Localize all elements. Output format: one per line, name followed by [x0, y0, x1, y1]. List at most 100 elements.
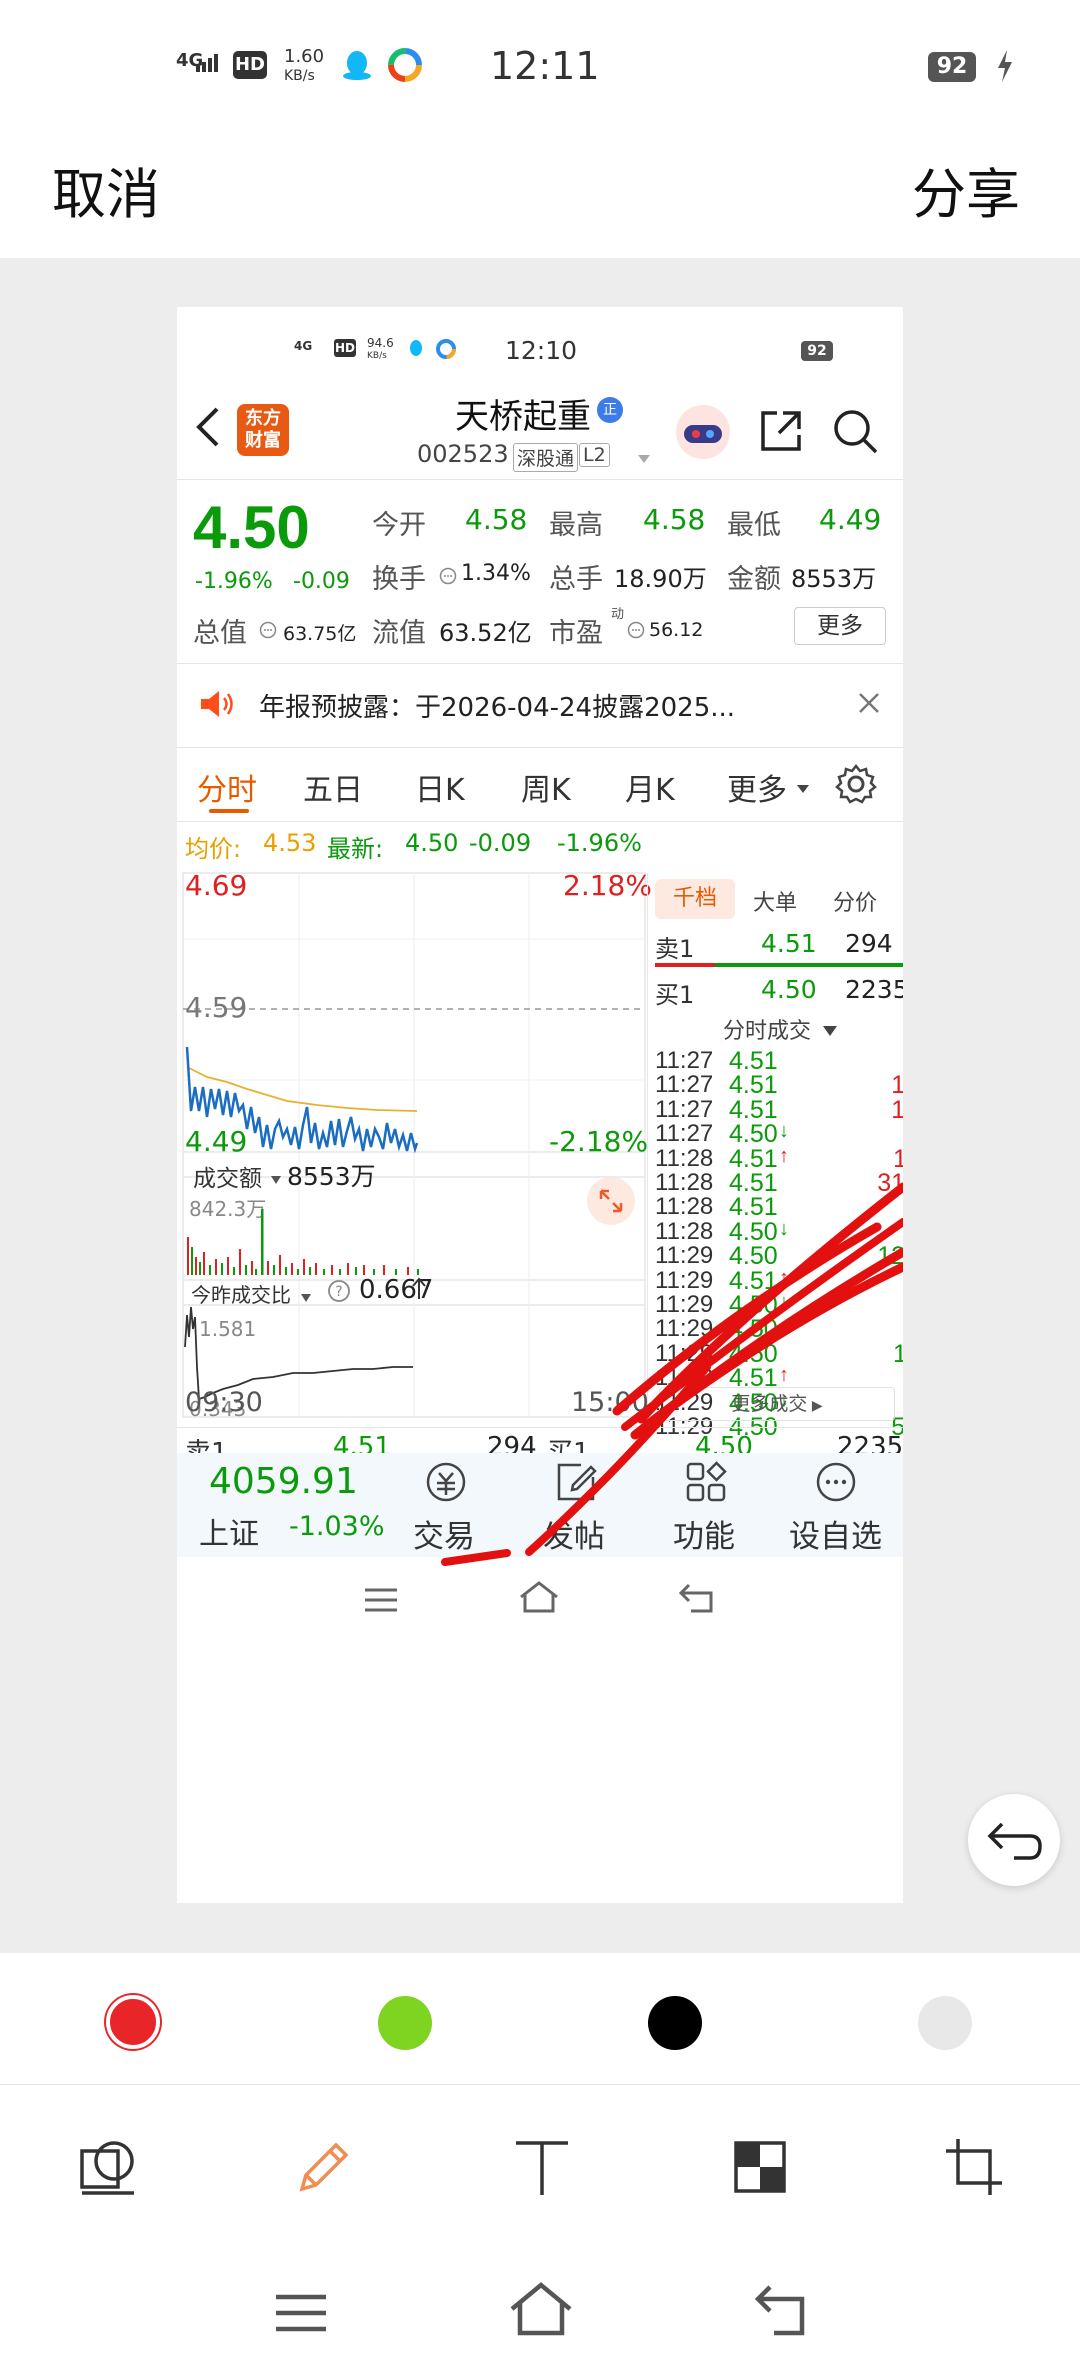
sell1-price: 4.51	[761, 929, 817, 958]
high-value: 4.58	[643, 503, 706, 536]
strip-buy-price: 4.50	[695, 1432, 753, 1453]
connect-tag: 深股通	[513, 443, 579, 472]
trade-direction: ↑	[779, 1364, 789, 1387]
trade-icon[interactable]	[423, 1459, 469, 1505]
trade-direction: ↓	[779, 1120, 789, 1143]
share-external-icon[interactable]	[757, 407, 805, 455]
tab-five-day[interactable]: 五日	[303, 765, 363, 809]
color-red-swatch[interactable]	[106, 1995, 160, 2049]
trade-direction: ↑	[779, 1266, 789, 1289]
index-value[interactable]: 4059.91	[209, 1461, 358, 1502]
text-tool-icon[interactable]	[510, 2135, 574, 2199]
function-icon[interactable]	[683, 1459, 729, 1505]
pencil-tool-icon[interactable]	[292, 2135, 356, 2199]
editor-top-bar: 取消 分享	[0, 120, 1080, 258]
logo-text-2: 财富	[245, 430, 281, 451]
more-trades-button[interactable]: 更多成交 ▶	[659, 1387, 895, 1421]
function-label[interactable]: 功能	[673, 1511, 735, 1556]
open-label: 今开	[372, 510, 426, 541]
speaker-icon	[199, 689, 235, 719]
shape-tool-icon[interactable]	[76, 2135, 140, 2199]
inner-net-speed: 94.6	[367, 336, 394, 350]
add-favorite-label[interactable]: 设自选	[789, 1511, 882, 1556]
stock-code: 002523	[417, 440, 509, 468]
share-button[interactable]: 分享	[912, 150, 1020, 229]
change-value: -0.09	[293, 569, 350, 594]
post-icon[interactable]	[553, 1459, 599, 1505]
inner-net-speed-unit: KB/s	[367, 351, 387, 361]
cancel-button[interactable]: 取消	[52, 150, 160, 229]
pe-value: 56.12	[649, 619, 704, 641]
info-icon[interactable]	[627, 621, 645, 639]
help-icon[interactable]: ?	[327, 1279, 351, 1303]
tab-monthly-k[interactable]: 月K	[625, 765, 675, 809]
menu-icon[interactable]	[274, 2291, 328, 2335]
inner-battery: 92	[801, 341, 833, 361]
tab-more[interactable]: 更多	[727, 765, 787, 809]
arrow-up-icon	[411, 1277, 427, 1301]
volume-bars	[187, 1209, 419, 1275]
avg-value: 4.53	[263, 829, 317, 857]
back-icon[interactable]	[193, 407, 223, 447]
trade-label[interactable]: 交易	[413, 1511, 475, 1556]
bottom-action-bar: 4059.91 上证 -1.03% 交易 发帖 功能 设自选	[177, 1453, 903, 1557]
more-trades-label: 更多成交	[731, 1393, 808, 1415]
app-logo: 东方 财富	[237, 404, 289, 456]
trade-direction: ↓	[779, 1217, 789, 1240]
system-nav-bar	[0, 2255, 1080, 2376]
back-nav-icon[interactable]	[752, 2283, 810, 2337]
index-name[interactable]: 上证	[199, 1509, 259, 1553]
last-change-pct: -1.96%	[557, 829, 642, 857]
post-label[interactable]: 发帖	[543, 1511, 605, 1556]
app-notification-icon	[388, 48, 422, 82]
expand-icon[interactable]	[587, 1177, 635, 1225]
volume-pane-value: 8553万	[287, 1162, 376, 1191]
home-icon[interactable]	[508, 2281, 574, 2337]
trades-list: 11:274.51211:274.511311:274.511011:274.5…	[655, 1047, 903, 1441]
notice-text[interactable]: 年报预披露：于2026-04-24披露2025...	[259, 687, 735, 724]
last-price: 4.50	[193, 494, 310, 561]
tab-thousand-level[interactable]: 千档	[655, 879, 735, 919]
crop-tool-icon[interactable]	[942, 2135, 1006, 2199]
color-black-swatch[interactable]	[648, 1996, 702, 2050]
color-green-swatch[interactable]	[378, 1996, 432, 2050]
undo-button[interactable]	[968, 1794, 1060, 1886]
volume-label: 总手	[549, 564, 603, 595]
volume-value: 18.90万	[614, 565, 707, 593]
strip-buy-label: 买1	[547, 1438, 590, 1453]
amount-value: 8553万	[791, 565, 877, 593]
screenshot-preview[interactable]: 4G HD 94.6 KB/s 12:10 92 东方 财富 天桥起重 正 00…	[177, 307, 903, 1903]
turnover-value: 1.34%	[461, 561, 531, 586]
more-button[interactable]: 更多	[794, 607, 886, 645]
change-percent: -1.96%	[195, 569, 273, 594]
tab-intraday[interactable]: 分时	[197, 765, 257, 809]
index-pct: -1.03%	[289, 1511, 385, 1542]
mosaic-tool-icon[interactable]	[728, 2135, 792, 2199]
charging-icon	[996, 50, 1014, 82]
close-icon[interactable]	[857, 691, 881, 715]
dropdown-icon[interactable]	[637, 449, 651, 463]
last-value: 4.50	[405, 829, 459, 857]
assistant-avatar-icon[interactable]	[674, 403, 732, 461]
tab-large-orders[interactable]: 大单	[753, 885, 797, 917]
sell1-label: 卖1	[655, 935, 695, 963]
trade-direction: ↑	[779, 1144, 789, 1167]
inner-network-indicator: 4G	[294, 339, 313, 353]
volume-pane-label[interactable]: 成交额	[193, 1159, 262, 1193]
tab-daily-k[interactable]: 日K	[415, 765, 465, 809]
info-icon[interactable]	[259, 621, 277, 639]
buy1-label: 买1	[655, 981, 695, 1009]
color-white-swatch[interactable]	[918, 1996, 972, 2050]
add-favorite-icon[interactable]	[813, 1459, 859, 1505]
tab-weekly-k[interactable]: 周K	[521, 765, 571, 809]
mktcap-label: 总值	[193, 618, 247, 649]
search-icon[interactable]	[831, 407, 879, 455]
float-label: 流值	[372, 618, 426, 649]
tab-price-distribution[interactable]: 分价	[833, 885, 877, 917]
info-icon[interactable]	[439, 567, 457, 585]
ratio-pane-label[interactable]: 今昨成交比	[191, 1279, 291, 1308]
trades-title[interactable]: 分时成交	[723, 1013, 811, 1045]
pe-label: 市盈	[549, 618, 603, 649]
gear-icon[interactable]	[835, 763, 877, 805]
net-speed-unit: KB/s	[284, 68, 315, 84]
